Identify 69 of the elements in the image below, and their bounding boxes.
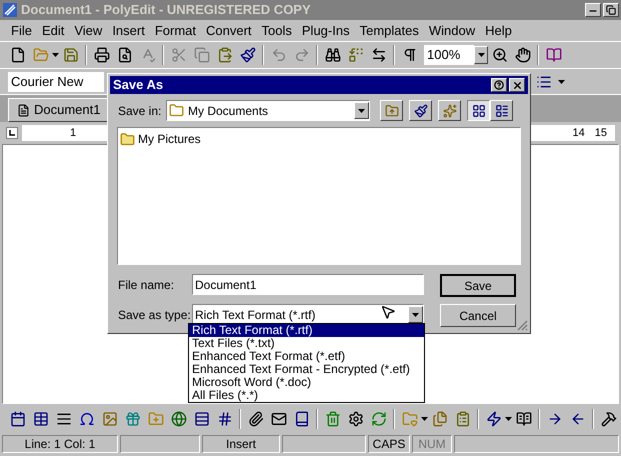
- menu-item[interactable]: Insert: [107, 20, 150, 40]
- details-list-icon: [494, 104, 508, 118]
- close-button[interactable]: [509, 78, 525, 92]
- zoom-dropdown-button[interactable]: [474, 46, 488, 64]
- save-type-label: Save as type:: [118, 306, 192, 324]
- file-type-option[interactable]: All Files (*.*): [189, 389, 424, 402]
- folder-item[interactable]: My Pictures: [120, 130, 518, 148]
- caret-icon: [478, 53, 484, 57]
- file-type-option[interactable]: Text Files (*.txt): [189, 337, 424, 350]
- details-view-button[interactable]: [490, 100, 513, 121]
- menu-item[interactable]: View: [69, 20, 108, 40]
- folder-up-icon: [384, 104, 398, 118]
- sparkle-icon: [442, 104, 456, 118]
- menu-item[interactable]: Format: [150, 20, 201, 40]
- file-type-option[interactable]: Microsoft Word (*.doc): [189, 376, 424, 389]
- caret-icon[interactable]: [558, 80, 565, 84]
- status-field: Line: 1 Col: 1: [2, 435, 118, 453]
- mouse-cursor: [380, 304, 396, 320]
- status-field: CAPS: [368, 435, 410, 453]
- font-field[interactable]: Courier New: [8, 72, 104, 92]
- close-icon: [512, 80, 522, 90]
- menu-item[interactable]: Templates: [354, 20, 424, 40]
- caret-icon: [412, 312, 419, 316]
- document-icon: [17, 104, 30, 116]
- help-button[interactable]: [491, 78, 507, 92]
- file-name-label: File name:: [118, 276, 176, 294]
- caret-icon[interactable]: [505, 417, 512, 421]
- menu-item[interactable]: Edit: [36, 20, 70, 40]
- restore-icon: [606, 5, 616, 15]
- save-in-dropdown[interactable]: My Documents: [166, 100, 370, 121]
- folder-icon: [169, 103, 184, 118]
- ruler-number: 15: [594, 126, 607, 141]
- document-tab[interactable]: Document1: [8, 98, 110, 122]
- caret-icon[interactable]: [52, 53, 59, 57]
- minimize-button[interactable]: [585, 3, 601, 17]
- tab-stop-icon[interactable]: [6, 127, 18, 139]
- app-icon: [2, 2, 18, 18]
- save-in-label: Save in:: [118, 102, 162, 120]
- folder-icon: [120, 132, 135, 146]
- ruler-number: 1: [70, 126, 76, 141]
- caret-icon: [358, 108, 365, 112]
- desktop-button[interactable]: [409, 100, 432, 121]
- grid-icon: [472, 104, 486, 118]
- status-field: NUM: [412, 435, 452, 453]
- help-icon: [494, 80, 504, 90]
- menu-item[interactable]: Tools: [256, 20, 297, 40]
- list-view-button[interactable]: [467, 100, 490, 121]
- restore-button[interactable]: [603, 3, 619, 17]
- dialog-title: Save As: [113, 76, 164, 94]
- zoom-field[interactable]: 100%: [424, 45, 474, 65]
- ruler-number: 14: [572, 126, 585, 141]
- file-type-option[interactable]: Enhanced Text Format (*.etf): [189, 350, 424, 363]
- menu-item[interactable]: Help: [480, 20, 517, 40]
- brush-icon: [414, 104, 428, 118]
- file-name-field[interactable]: Document1: [192, 274, 424, 295]
- file-type-option[interactable]: Enhanced Text Format - Encrypted (*.etf): [189, 363, 424, 376]
- resize-grip-icon[interactable]: [516, 319, 528, 331]
- file-type-option[interactable]: Rich Text Format (*.rtf): [189, 324, 424, 337]
- new-folder-button[interactable]: [438, 100, 461, 121]
- save-button[interactable]: Save: [440, 274, 516, 297]
- up-folder-button[interactable]: [380, 100, 403, 121]
- menu-item[interactable]: Window: [424, 20, 480, 40]
- cancel-button[interactable]: Cancel: [440, 304, 516, 327]
- menu-item[interactable]: File: [6, 20, 37, 40]
- menu-item[interactable]: Convert: [201, 20, 257, 40]
- window-title: Document1 - PolyEdit - UNREGISTERED COPY: [21, 1, 311, 20]
- status-field: Insert: [202, 435, 280, 453]
- menu-item[interactable]: Plug-Ins: [296, 20, 355, 40]
- caret-icon[interactable]: [421, 417, 428, 421]
